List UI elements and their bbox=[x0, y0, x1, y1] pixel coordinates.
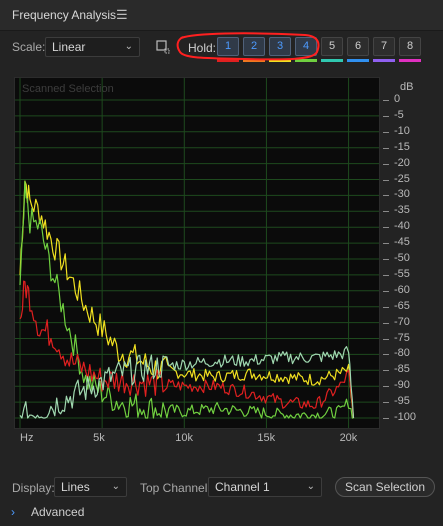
x-tick-label: 10k bbox=[175, 432, 194, 444]
y-tick-mark bbox=[383, 227, 389, 229]
hold-button-7[interactable]: 7 bbox=[373, 37, 395, 56]
y-tick-mark bbox=[383, 290, 389, 292]
display-dropdown[interactable]: Lines ⌄ bbox=[54, 477, 127, 497]
y-tick-label: -90 bbox=[394, 379, 410, 392]
hold-color-swatch-8 bbox=[399, 59, 421, 62]
scale-value: Linear bbox=[52, 40, 86, 54]
spectrum-series-line-2 bbox=[19, 180, 354, 419]
scan-selection-button[interactable]: Scan Selection bbox=[335, 477, 435, 497]
y-tick-label: -80 bbox=[394, 347, 410, 360]
top-channel-value: Channel 1 bbox=[215, 480, 270, 494]
hold-color-swatch-7 bbox=[373, 59, 395, 62]
y-tick-label: -60 bbox=[394, 283, 410, 296]
y-tick-label: -20 bbox=[394, 156, 410, 169]
hold-button-5[interactable]: 5 bbox=[321, 37, 343, 56]
y-tick-mark bbox=[383, 195, 389, 197]
x-tick-label: Hz bbox=[20, 432, 34, 444]
y-tick-label: -55 bbox=[394, 267, 410, 280]
spectrum-series-line-1 bbox=[19, 180, 355, 419]
y-tick-mark bbox=[383, 100, 389, 101]
y-tick-mark bbox=[383, 259, 389, 260]
x-tick-label: 20k bbox=[339, 432, 358, 444]
x-tick-label: 5k bbox=[93, 432, 105, 444]
y-tick-label: -35 bbox=[394, 204, 410, 217]
y-tick-mark bbox=[383, 211, 389, 213]
y-tick-mark bbox=[383, 354, 389, 356]
y-tick-label: -85 bbox=[394, 363, 410, 376]
y-tick-mark bbox=[383, 338, 389, 340]
display-value: Lines bbox=[61, 480, 90, 494]
hold-button-6[interactable]: 6 bbox=[347, 37, 369, 56]
scale-dropdown[interactable]: Linear ⌄ bbox=[45, 37, 140, 57]
y-tick-mark bbox=[383, 115, 389, 117]
y-tick-mark bbox=[383, 147, 389, 149]
y-tick-label: -15 bbox=[394, 140, 410, 153]
chevron-down-icon: ⌄ bbox=[111, 481, 120, 492]
y-tick-mark bbox=[383, 243, 389, 245]
chevron-down-icon: ⌄ bbox=[306, 481, 315, 492]
panel-title: Frequency Analysis bbox=[12, 8, 117, 22]
y-tick-label: -50 bbox=[394, 252, 410, 264]
y-tick-label: -5 bbox=[394, 108, 404, 121]
hold-color-swatch-6 bbox=[347, 59, 369, 62]
top-channel-dropdown[interactable]: Channel 1 ⌄ bbox=[208, 477, 322, 497]
chevron-right-icon[interactable]: › bbox=[11, 505, 15, 519]
y-tick-mark bbox=[383, 306, 389, 308]
y-tick-mark bbox=[383, 131, 389, 133]
advanced-toggle[interactable]: Advanced bbox=[31, 505, 84, 519]
scale-label: Scale: bbox=[12, 40, 46, 54]
y-tick-mark bbox=[383, 322, 389, 324]
y-tick-label: -75 bbox=[394, 331, 410, 344]
y-tick-label: -25 bbox=[394, 172, 410, 185]
y-tick-label: -40 bbox=[394, 220, 410, 233]
y-tick-label: -65 bbox=[394, 299, 410, 312]
chevron-down-icon: ⌄ bbox=[124, 41, 133, 52]
y-tick-mark bbox=[383, 402, 389, 404]
x-tick-label: 15k bbox=[257, 432, 276, 444]
spectrum-chart bbox=[15, 78, 379, 428]
hold-color-swatch-5 bbox=[321, 59, 343, 62]
selection-icon[interactable] bbox=[156, 40, 170, 54]
y-tick-label: -10 bbox=[394, 124, 410, 137]
top-channel-label: Top Channel: bbox=[140, 481, 211, 495]
y-tick-label: -70 bbox=[394, 315, 410, 328]
annotation-circle bbox=[176, 32, 320, 61]
y-tick-mark bbox=[383, 163, 389, 165]
y-tick-label: -95 bbox=[394, 395, 410, 408]
y-tick-mark bbox=[383, 274, 389, 276]
y-tick-label: 0 bbox=[394, 93, 401, 105]
y-tick-label: -45 bbox=[394, 236, 410, 249]
y-tick-mark bbox=[383, 370, 389, 372]
y-tick-label: -30 bbox=[394, 188, 410, 201]
y-tick-mark bbox=[383, 179, 389, 181]
display-label: Display: bbox=[12, 481, 55, 495]
y-tick-mark bbox=[383, 418, 389, 419]
hold-button-8[interactable]: 8 bbox=[399, 37, 421, 56]
y-unit-label: dB bbox=[400, 81, 414, 93]
y-tick-label: -100 bbox=[394, 411, 417, 423]
hamburger-icon[interactable]: ☰ bbox=[116, 7, 128, 23]
y-tick-mark bbox=[383, 386, 389, 388]
